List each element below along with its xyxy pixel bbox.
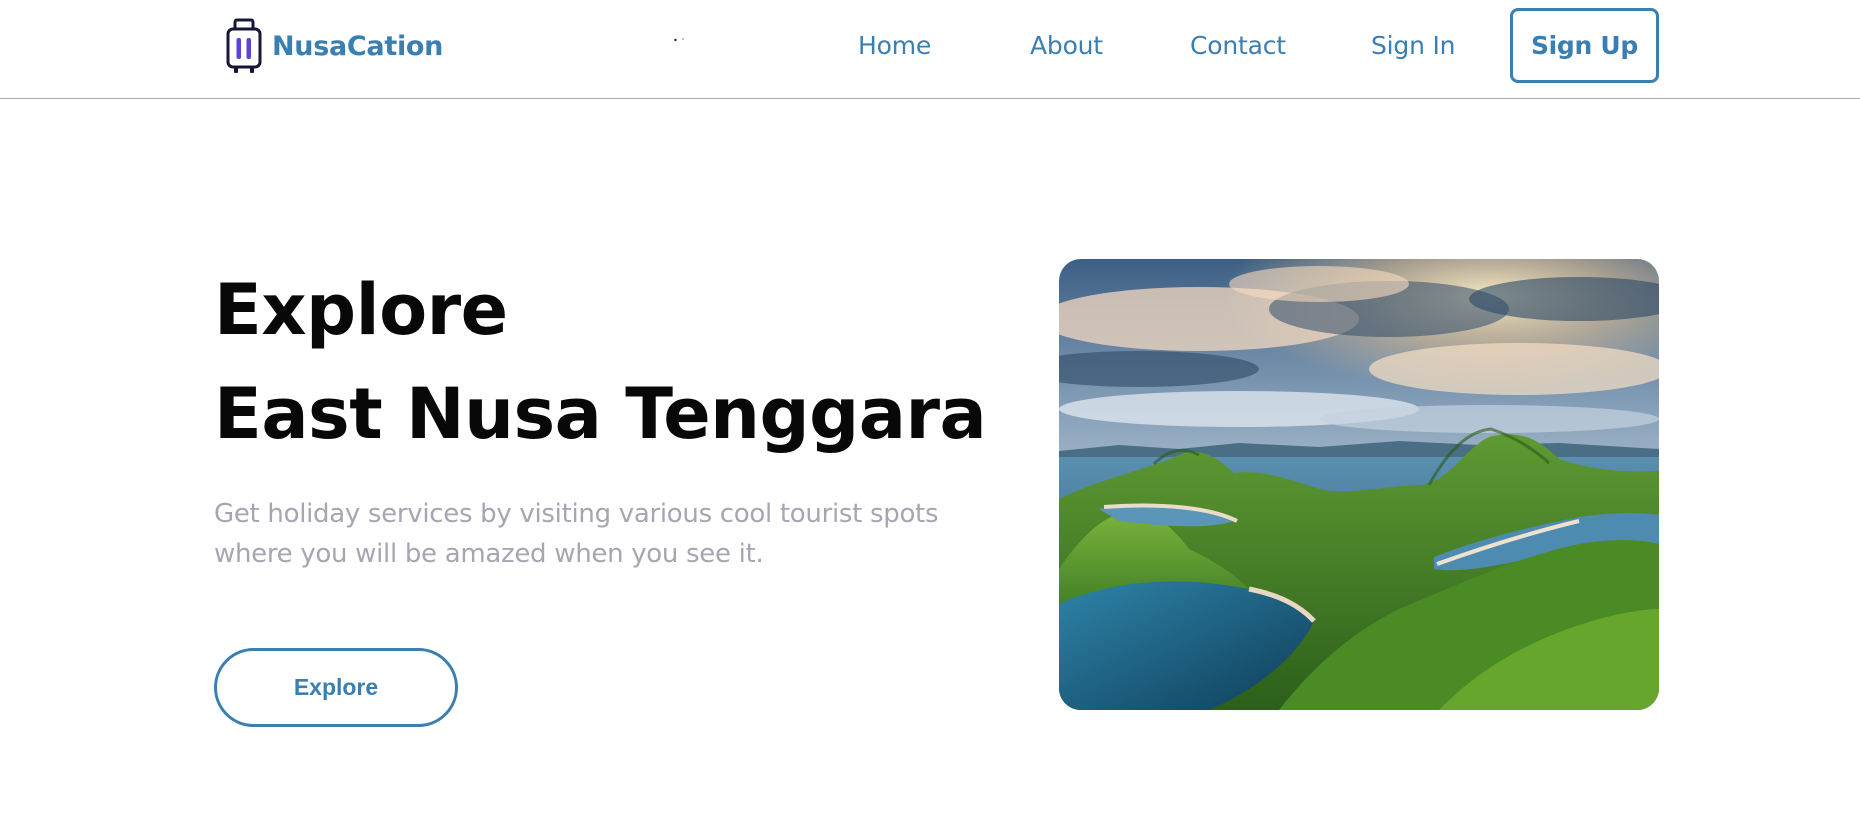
nav-about-link[interactable]: About: [1030, 28, 1103, 64]
hero-landscape-image: [1059, 259, 1659, 710]
suitcase-icon: [226, 18, 262, 73]
brand[interactable]: NusaCation: [226, 18, 443, 74]
nav-sign-in-link[interactable]: Sign In: [1371, 28, 1455, 64]
stray-dots: [674, 38, 684, 42]
hero-subtitle: Get holiday services by visiting various…: [214, 499, 939, 569]
hero-title-line-2: East Nusa Tenggara: [214, 373, 987, 455]
navbar: NusaCation Home About Contact Sign In Si…: [0, 0, 1860, 99]
hero-title-line-1: Explore: [214, 269, 508, 351]
sign-up-button[interactable]: Sign Up: [1510, 8, 1659, 83]
brand-name: NusaCation: [272, 30, 444, 62]
explore-button[interactable]: Explore: [214, 648, 458, 727]
nav-contact-link[interactable]: Contact: [1190, 28, 1286, 64]
hero-title: Explore East Nusa Tenggara: [214, 258, 987, 466]
nav-home-link[interactable]: Home: [858, 28, 931, 64]
